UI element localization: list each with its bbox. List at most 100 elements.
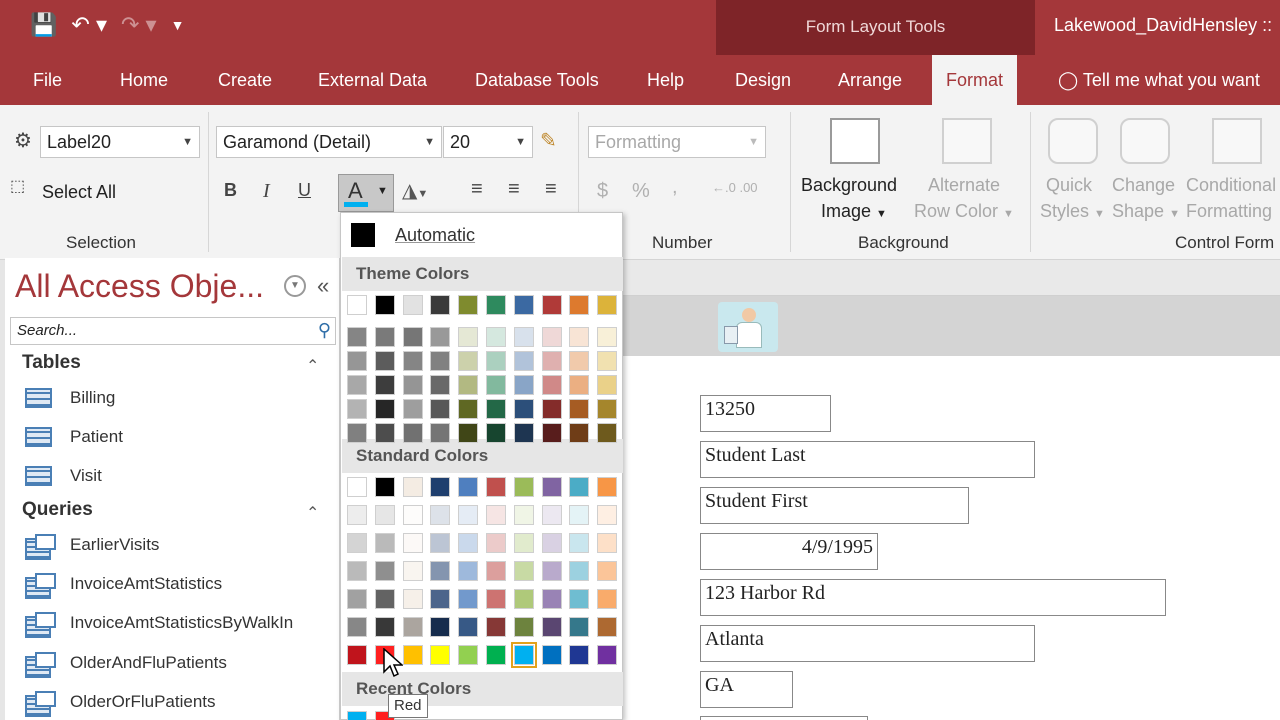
theme-color-swatch[interactable] [486, 423, 506, 443]
standard-color-swatch[interactable] [347, 645, 367, 665]
standard-color-swatch[interactable] [513, 589, 534, 609]
format-painter-icon[interactable]: ✎ [540, 128, 557, 153]
standard-color-swatch[interactable] [458, 645, 479, 665]
tab-help[interactable]: Help [647, 55, 684, 105]
standard-color-swatch[interactable] [569, 589, 590, 609]
standard-color-swatch[interactable] [541, 589, 562, 609]
theme-color-swatch[interactable] [541, 423, 562, 443]
italic-button[interactable]: I [263, 180, 270, 203]
standard-color-swatch[interactable] [486, 589, 506, 609]
collapse-pane-icon[interactable]: « [317, 273, 329, 299]
standard-color-swatch[interactable] [347, 477, 367, 497]
standard-color-swatch[interactable] [569, 533, 590, 553]
theme-color-swatch[interactable] [430, 423, 451, 443]
standard-color-swatch[interactable] [486, 533, 506, 553]
theme-color-swatch[interactable] [541, 327, 562, 347]
background-image-icon[interactable] [830, 118, 880, 164]
nav-search-box[interactable]: ⚲ [10, 317, 336, 345]
theme-color-swatch[interactable] [347, 295, 367, 315]
form-field-state[interactable]: GA [700, 671, 793, 708]
standard-color-swatch[interactable] [486, 617, 506, 637]
fill-color-icon[interactable]: ◮▼ [402, 178, 428, 203]
standard-color-swatch[interactable] [430, 617, 451, 637]
form-field-city[interactable]: Atlanta [700, 625, 1035, 662]
tab-database-tools[interactable]: Database Tools [475, 55, 599, 105]
nav-item-visit[interactable]: Visit [25, 461, 102, 491]
search-icon[interactable]: ⚲ [318, 320, 331, 341]
nav-item-olderorflupatients[interactable]: OlderOrFluPatients [25, 687, 216, 717]
automatic-color-option[interactable]: Automatic [341, 213, 622, 257]
theme-color-swatch[interactable] [430, 327, 451, 347]
standard-color-swatch[interactable] [597, 505, 618, 525]
standard-color-swatch[interactable] [458, 561, 479, 581]
align-left-icon[interactable]: ≡ [471, 178, 483, 201]
theme-color-swatch[interactable] [541, 295, 562, 315]
theme-color-swatch[interactable] [347, 375, 367, 395]
align-center-icon[interactable]: ≡ [508, 178, 520, 201]
theme-color-swatch[interactable] [597, 295, 618, 315]
theme-color-swatch[interactable] [597, 375, 618, 395]
theme-color-swatch[interactable] [597, 399, 618, 419]
standard-color-swatch[interactable] [347, 533, 367, 553]
theme-color-swatch[interactable] [569, 399, 590, 419]
standard-color-swatch[interactable] [597, 645, 618, 665]
theme-color-swatch[interactable] [430, 351, 451, 371]
standard-color-swatch[interactable] [430, 589, 451, 609]
theme-color-swatch[interactable] [458, 351, 479, 371]
standard-color-swatch[interactable] [513, 617, 534, 637]
theme-color-swatch[interactable] [541, 351, 562, 371]
theme-color-swatch[interactable] [347, 399, 367, 419]
form-field-last-name[interactable]: Student Last [700, 441, 1035, 478]
font-color-button[interactable]: A ▼ [338, 174, 394, 212]
theme-color-swatch[interactable] [541, 399, 562, 419]
theme-color-swatch[interactable] [569, 327, 590, 347]
background-image-button-line2[interactable]: Image ▼ [821, 201, 887, 222]
theme-color-swatch[interactable] [458, 295, 479, 315]
nav-item-invoiceamtstatisticsbywalkin[interactable]: InvoiceAmtStatisticsByWalkIn [25, 608, 293, 638]
theme-color-swatch[interactable] [597, 423, 618, 443]
queries-section-header[interactable]: Queries [22, 499, 93, 521]
standard-color-swatch[interactable] [402, 533, 423, 553]
theme-color-swatch[interactable] [458, 399, 479, 419]
tab-design[interactable]: Design [735, 55, 791, 105]
form-field-birth-date[interactable]: 4/9/1995 [700, 533, 878, 570]
standard-color-swatch[interactable] [486, 505, 506, 525]
tab-format[interactable]: Format [932, 55, 1018, 105]
tab-file[interactable]: File [33, 55, 62, 105]
theme-color-swatch[interactable] [430, 399, 451, 419]
standard-color-swatch[interactable] [486, 645, 506, 665]
standard-color-swatch[interactable] [347, 561, 367, 581]
theme-color-swatch[interactable] [347, 423, 367, 443]
theme-color-swatch[interactable] [486, 399, 506, 419]
theme-color-swatch[interactable] [513, 295, 534, 315]
standard-color-swatch[interactable] [597, 617, 618, 637]
form-field-id[interactable]: 13250 [700, 395, 831, 432]
standard-color-swatch[interactable] [347, 589, 367, 609]
chevron-down-icon[interactable]: ▼ [284, 275, 306, 297]
standard-color-swatch[interactable] [597, 477, 618, 497]
standard-color-swatch[interactable] [569, 645, 590, 665]
standard-color-swatch[interactable] [541, 561, 562, 581]
theme-color-swatch[interactable] [486, 351, 506, 371]
standard-color-swatch[interactable] [430, 533, 451, 553]
standard-color-swatch[interactable] [374, 561, 395, 581]
standard-color-swatch[interactable] [486, 477, 506, 497]
theme-color-swatch[interactable] [486, 327, 506, 347]
nav-item-billing[interactable]: Billing [25, 383, 115, 413]
standard-color-swatch[interactable] [402, 645, 423, 665]
nav-item-patient[interactable]: Patient [25, 422, 123, 452]
background-image-button[interactable]: Background [801, 175, 897, 196]
theme-color-swatch[interactable] [569, 295, 590, 315]
theme-color-swatch[interactable] [541, 375, 562, 395]
standard-color-swatch[interactable] [569, 561, 590, 581]
theme-color-swatch[interactable] [347, 327, 367, 347]
object-combo[interactable]: Label20 ▼ [40, 126, 200, 158]
standard-color-swatch[interactable] [458, 589, 479, 609]
standard-color-swatch[interactable] [458, 505, 479, 525]
theme-color-swatch[interactable] [486, 375, 506, 395]
theme-color-swatch[interactable] [402, 399, 423, 419]
standard-color-swatch[interactable] [486, 561, 506, 581]
tab-arrange[interactable]: Arrange [838, 55, 902, 105]
tab-external-data[interactable]: External Data [318, 55, 427, 105]
theme-color-swatch[interactable] [374, 399, 395, 419]
